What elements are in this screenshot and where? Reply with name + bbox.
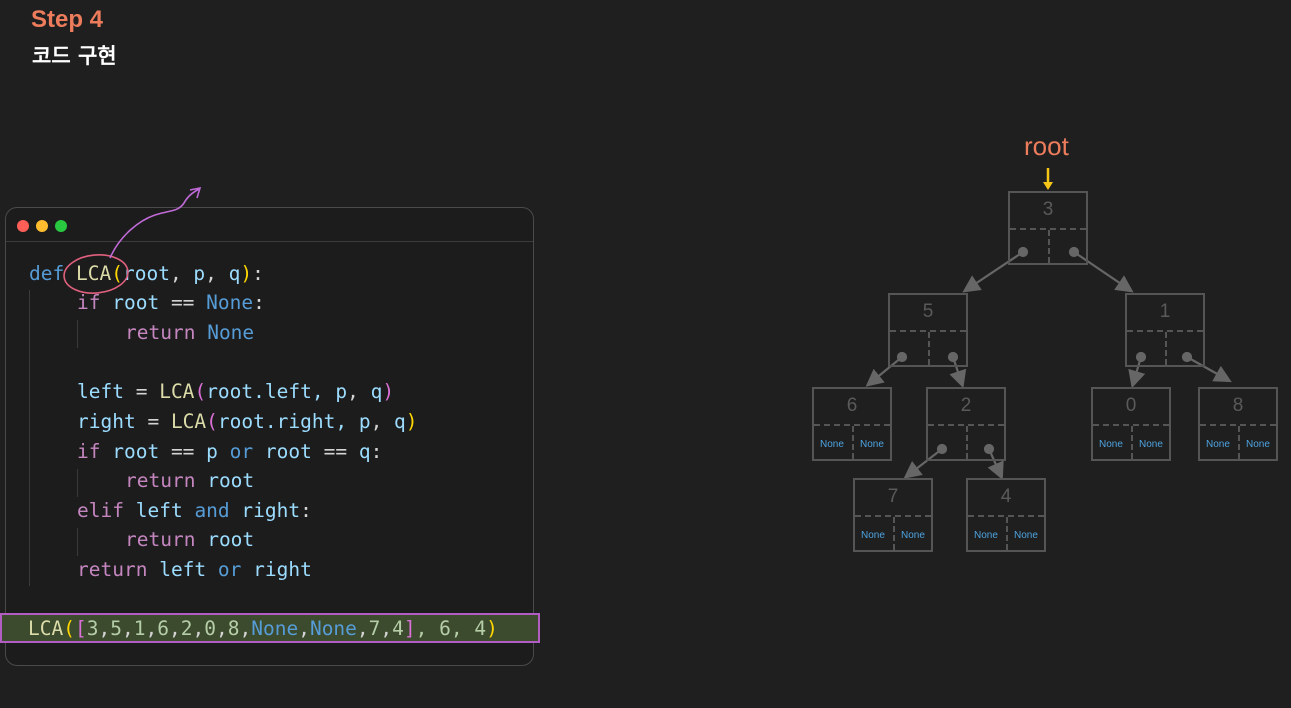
annotation-arrow — [109, 188, 200, 259]
tree-node-5: 5 — [888, 293, 968, 367]
tree-node-3: 3 — [1008, 191, 1088, 265]
tree-node-7: 7 None None — [853, 478, 933, 552]
right-pointer-none: None — [860, 439, 884, 450]
tree-node-8: 8 None None — [1198, 387, 1278, 461]
annotation-layer — [63, 168, 1232, 481]
right-pointer-none: None — [1139, 439, 1163, 450]
root-arrowhead — [1043, 182, 1053, 190]
node-value: 5 — [922, 301, 934, 322]
left-pointer-none: None — [1099, 439, 1123, 450]
node-value: 2 — [960, 395, 972, 416]
tree-node-6: 6 None None — [812, 387, 892, 461]
tree-node-2: 2 — [926, 387, 1006, 461]
node-value: 0 — [1125, 395, 1137, 416]
node-value: 1 — [1159, 301, 1171, 322]
node-value: 4 — [1000, 486, 1012, 507]
left-pointer-none: None — [820, 439, 844, 450]
tree-node-1: 1 — [1125, 293, 1205, 367]
highlight-circle — [63, 254, 129, 294]
right-pointer-none: None — [1246, 439, 1270, 450]
node-value: 6 — [846, 395, 858, 416]
left-pointer-none: None — [861, 530, 885, 541]
node-value: 7 — [887, 486, 899, 507]
tree-node-4: 4 None None — [966, 478, 1046, 552]
node-value: 8 — [1232, 395, 1244, 416]
left-pointer-none: None — [1206, 439, 1230, 450]
left-pointer-none: None — [974, 530, 998, 541]
right-pointer-none: None — [1014, 530, 1038, 541]
node-value: 3 — [1042, 199, 1054, 220]
root-label: root — [1024, 131, 1069, 161]
tree-node-0: 0 None None — [1091, 387, 1171, 461]
right-pointer-none: None — [901, 530, 925, 541]
